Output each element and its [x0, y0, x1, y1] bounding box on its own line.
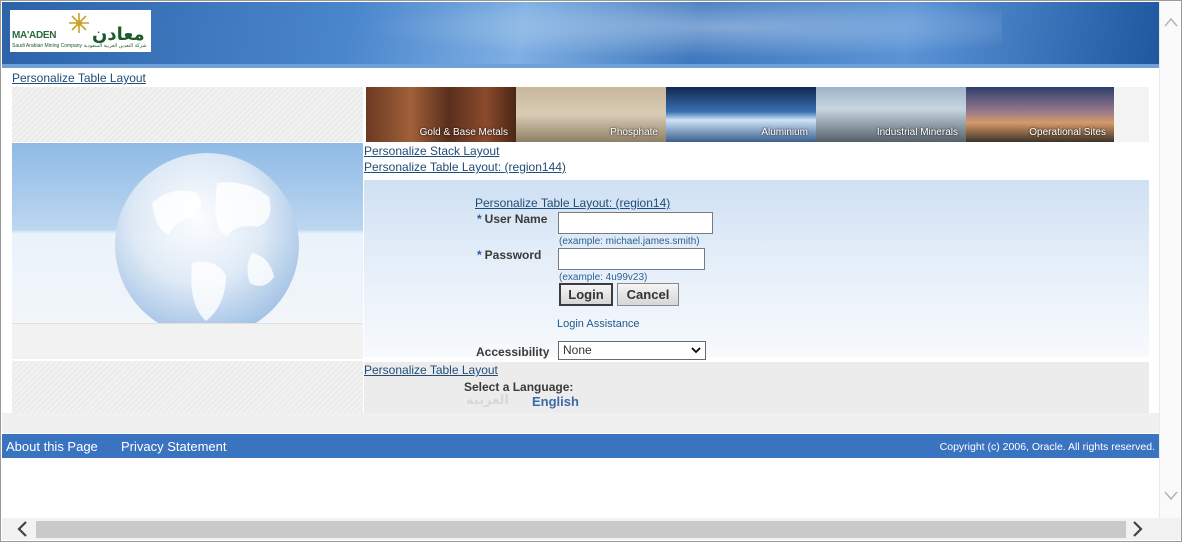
spacer-row [2, 413, 1159, 433]
language-label: Select a Language: [464, 380, 574, 394]
password-input[interactable] [558, 248, 705, 270]
personalize-table-layout-lower-link[interactable]: Personalize Table Layout [364, 363, 498, 377]
logo-arabic: معادن [92, 24, 145, 45]
left-hatch-top [12, 87, 363, 142]
personalize-table-layout-link[interactable]: Personalize Table Layout [12, 71, 146, 85]
username-label: * User Name [477, 212, 547, 226]
logo-subtitle: Saudi Arabian Mining Company شركة التعدي… [12, 43, 147, 49]
chevron-down-icon[interactable] [1164, 488, 1178, 502]
username-input[interactable] [558, 212, 713, 234]
banner-tile-phosphate: Phosphate [516, 87, 666, 142]
vertical-scrollbar[interactable] [1159, 2, 1181, 518]
required-mark: * [477, 248, 482, 262]
accessibility-label: Accessibility [476, 345, 550, 359]
banner-tile-caption: Phosphate [610, 127, 658, 138]
login-button[interactable]: Login [559, 283, 613, 306]
login-assistance-link[interactable]: Login Assistance [557, 318, 640, 330]
banner-tile-caption: Operational Sites [1029, 127, 1106, 138]
banner-filler [1114, 87, 1149, 142]
banner-tile-industrial: Industrial Minerals [816, 87, 966, 142]
maaden-logo: MA'ADEN معادن Saudi Arabian Mining Compa… [10, 10, 151, 52]
chevron-up-icon[interactable] [1164, 16, 1178, 30]
chevron-down-icon [691, 347, 701, 354]
horizontal-scrollbar[interactable] [2, 518, 1159, 540]
password-hint: (example: 4u99v23) [559, 272, 648, 283]
about-page-link[interactable]: About this Page [6, 439, 98, 454]
division-banner: Gold & Base Metals Phosphate Aluminium I… [366, 87, 1114, 142]
username-hint: (example: michael.james.smith) [559, 236, 700, 247]
logo-english: MA'ADEN [12, 30, 57, 41]
password-label: * Password [477, 248, 541, 262]
header-wave [302, 2, 1002, 64]
scrollbar-corner [1159, 518, 1181, 540]
password-label-text: Password [484, 248, 542, 262]
personalize-stack-layout-link[interactable]: Personalize Stack Layout [364, 144, 499, 158]
username-label-text: User Name [484, 212, 548, 226]
accessibility-selected-value: None [563, 343, 592, 357]
banner-tile-caption: Industrial Minerals [876, 127, 958, 138]
horizontal-scroll-thumb[interactable] [36, 521, 1126, 538]
required-mark: * [477, 212, 482, 226]
banner-tile-caption: Aluminium [761, 127, 808, 138]
cancel-button[interactable]: Cancel [617, 283, 679, 306]
banner-tile-gold: Gold & Base Metals [366, 87, 516, 142]
globe-image [12, 143, 363, 359]
banner-tile-aluminium: Aluminium [666, 87, 816, 142]
copyright-text: Copyright (c) 2006, Oracle. All rights r… [939, 441, 1155, 453]
left-hatch-bottom [12, 361, 363, 413]
page-footer: About this Page Privacy Statement Copyri… [2, 434, 1159, 458]
language-arabic: العربية [466, 393, 509, 408]
banner-tile-caption: Gold & Base Metals [419, 127, 508, 138]
header-strip [2, 64, 1159, 68]
personalize-region144-link[interactable]: Personalize Table Layout: (region144) [364, 160, 566, 174]
globe-panel-footer [12, 323, 363, 359]
logo-star-icon [69, 13, 89, 33]
chevron-right-icon[interactable] [1130, 521, 1144, 537]
accessibility-select[interactable]: None [558, 341, 706, 360]
chevron-left-icon[interactable] [16, 521, 30, 537]
banner-tile-operational: Operational Sites [966, 87, 1114, 142]
language-english-link[interactable]: English [532, 394, 579, 409]
personalize-region14-link[interactable]: Personalize Table Layout: (region14) [475, 196, 670, 210]
page-header [2, 2, 1159, 64]
privacy-statement-link[interactable]: Privacy Statement [121, 439, 227, 454]
